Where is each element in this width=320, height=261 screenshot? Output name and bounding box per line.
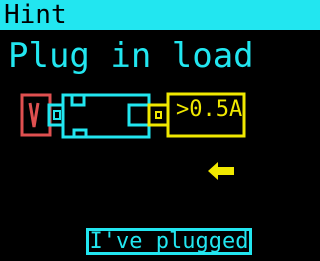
load-current-label: >0.5A <box>176 97 243 122</box>
device-icon <box>47 93 151 139</box>
arrow-left-icon <box>208 162 234 180</box>
power-source-icon <box>20 93 52 137</box>
window-title: Hint <box>4 0 67 30</box>
hint-screen: Hint Plug in load >0.5A I've plugged <box>0 0 320 261</box>
title-bar: Hint <box>0 0 320 30</box>
connection-diagram <box>20 92 246 139</box>
hint-message: Plug in load <box>8 36 254 76</box>
plugged-button[interactable]: I've plugged <box>86 228 252 255</box>
